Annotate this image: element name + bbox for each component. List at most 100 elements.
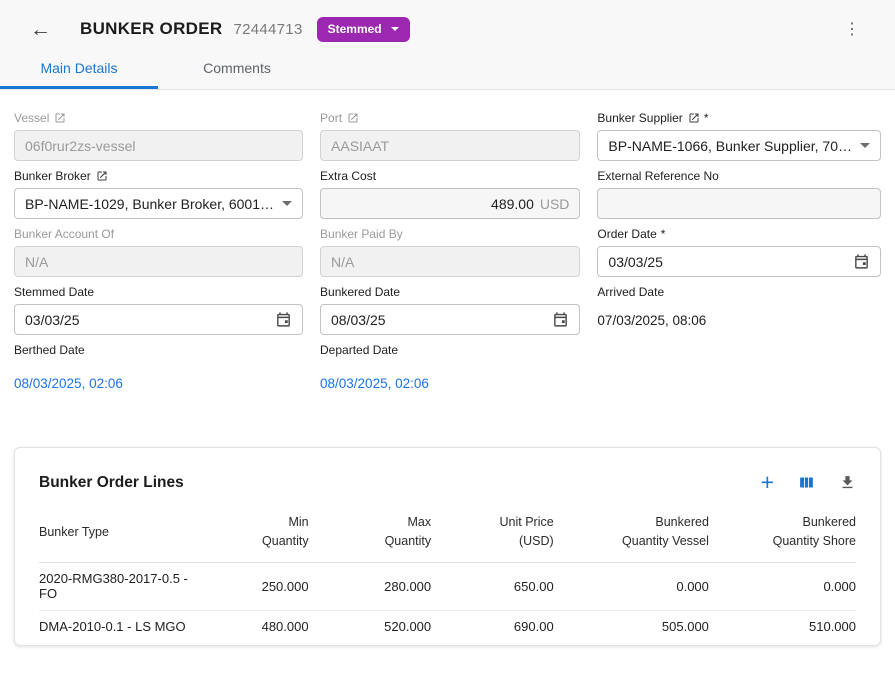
external-link-icon[interactable] [96,170,108,182]
external-link-icon[interactable] [54,112,66,124]
col-bunker-type: Bunker Type [39,506,202,563]
calendar-icon[interactable] [275,311,292,328]
page-title: BUNKER ORDER [80,19,222,39]
chevron-down-icon [391,27,399,31]
bunker-paid-by-field: Bunker Paid By [320,227,580,277]
order-date-label: Order Date [597,227,656,241]
arrived-date-label: Arrived Date [597,285,664,299]
required-asterisk: * [661,227,666,241]
stemmed-date-input-value[interactable] [25,312,275,328]
departed-date-field: Departed Date 08/03/2025, 02:06 [320,343,580,393]
back-arrow-icon[interactable]: ← [30,19,56,40]
order-date-input-value[interactable] [608,254,853,270]
port-input-value [331,138,569,154]
external-reference-input [597,188,881,219]
port-field: Port [320,111,580,161]
currency-suffix: USD [540,196,570,212]
extra-cost-input-value[interactable] [331,196,534,212]
empty-cell [597,343,881,393]
calendar-icon[interactable] [552,311,569,328]
vessel-label: Vessel [14,111,49,125]
cell-unit-price: 650.00 [431,563,554,611]
status-badge[interactable]: Stemmed [317,17,410,42]
bunkered-date-field: Bunkered Date [320,285,580,335]
order-date-field: Order Date * [597,227,881,277]
cell-max-quantity: 280.000 [309,563,432,611]
arrived-date-value: 07/03/2025, 08:06 [597,304,881,328]
kebab-menu-icon[interactable]: ⋮ [840,17,865,41]
col-min-quantity: MinQuantity [202,506,308,563]
departed-date-label: Departed Date [320,343,398,357]
bunker-supplier-label: Bunker Supplier [597,111,682,125]
cell-min-quantity: 480.000 [202,611,308,644]
dropdown-caret-icon [282,201,292,206]
stemmed-date-label: Stemmed Date [14,285,94,299]
port-label: Port [320,111,342,125]
bunker-account-of-field: Bunker Account Of [14,227,303,277]
berthed-date-field: Berthed Date 08/03/2025, 02:06 [14,343,303,393]
download-icon[interactable] [839,474,856,491]
stemmed-date-input [14,304,303,335]
bunker-supplier-select[interactable]: BP-NAME-1066, Bunker Supplier, 70… [597,130,881,161]
external-reference-field: External Reference No [597,169,881,219]
bunker-broker-field: Bunker Broker BP-NAME-1029, Bunker Broke… [14,169,303,219]
stemmed-date-field: Stemmed Date [14,285,303,335]
status-badge-label: Stemmed [328,22,382,36]
card-title: Bunker Order Lines [39,474,184,492]
col-bunkered-qty-vessel: BunkeredQuantity Vessel [554,506,709,563]
tab-main-details[interactable]: Main Details [0,49,158,89]
add-line-icon[interactable]: + [761,471,774,494]
bunker-paid-by-value [331,254,569,270]
extra-cost-field: Extra Cost USD [320,169,580,219]
vessel-input [14,130,303,161]
col-unit-price: Unit Price(USD) [431,506,554,563]
departed-date-link[interactable]: 08/03/2025, 02:06 [320,362,580,391]
extra-cost-label: Extra Cost [320,169,376,183]
vessel-field: Vessel [14,111,303,161]
tab-bar: Main Details Comments [0,49,895,89]
tab-comments[interactable]: Comments [158,49,316,89]
bunker-account-of-label: Bunker Account Of [14,227,114,241]
required-asterisk: * [704,111,709,125]
cell-bunkered-qty-shore: 510.000 [709,611,856,644]
port-input [320,130,580,161]
page-header: ← BUNKER ORDER 72444713 Stemmed ⋮ Main D… [0,0,895,90]
external-reference-input-value[interactable] [608,196,870,212]
table-row[interactable]: 2020-RMG380-2017-0.5 - FO 250.000 280.00… [39,563,856,611]
order-number: 72444713 [233,21,302,38]
vessel-input-value [25,138,292,154]
bunkered-date-input-value[interactable] [331,312,552,328]
extra-cost-input: USD [320,188,580,219]
bunker-order-lines-card: Bunker Order Lines + Bunker Type MinQuan… [14,447,881,646]
external-link-icon[interactable] [688,112,700,124]
arrived-date-field: Arrived Date 07/03/2025, 08:06 [597,285,881,335]
bunker-broker-select[interactable]: BP-NAME-1029, Bunker Broker, 6001… [14,188,303,219]
cell-bunkered-qty-vessel: 0.000 [554,563,709,611]
card-toolbar: + [761,471,856,494]
berthed-date-link[interactable]: 08/03/2025, 02:06 [14,362,303,391]
berthed-date-label: Berthed Date [14,343,85,357]
order-date-input [597,246,881,277]
table-row[interactable]: DMA-2010-0.1 - LS MGO 480.000 520.000 69… [39,611,856,644]
bunker-broker-label: Bunker Broker [14,169,91,183]
cell-max-quantity: 520.000 [309,611,432,644]
cell-bunkered-qty-vessel: 505.000 [554,611,709,644]
cell-bunker-type: DMA-2010-0.1 - LS MGO [39,611,202,644]
bunker-account-of-value [25,254,292,270]
bunkered-date-input [320,304,580,335]
table-header-row: Bunker Type MinQuantity MaxQuantity Unit… [39,506,856,563]
calendar-icon[interactable] [853,253,870,270]
view-columns-icon[interactable] [798,474,815,491]
bunker-supplier-field: Bunker Supplier * BP-NAME-1066, Bunker S… [597,111,881,161]
cell-unit-price: 690.00 [431,611,554,644]
bunker-paid-by-label: Bunker Paid By [320,227,403,241]
order-lines-table: Bunker Type MinQuantity MaxQuantity Unit… [39,506,856,643]
cell-bunkered-qty-shore: 0.000 [709,563,856,611]
bunker-paid-by-input [320,246,580,277]
col-bunkered-qty-shore: BunkeredQuantity Shore [709,506,856,563]
dropdown-caret-icon [860,143,870,148]
cell-bunker-type: 2020-RMG380-2017-0.5 - FO [39,563,202,611]
external-link-icon[interactable] [347,112,359,124]
bunker-supplier-value: BP-NAME-1066, Bunker Supplier, 70… [608,138,852,154]
col-max-quantity: MaxQuantity [309,506,432,563]
